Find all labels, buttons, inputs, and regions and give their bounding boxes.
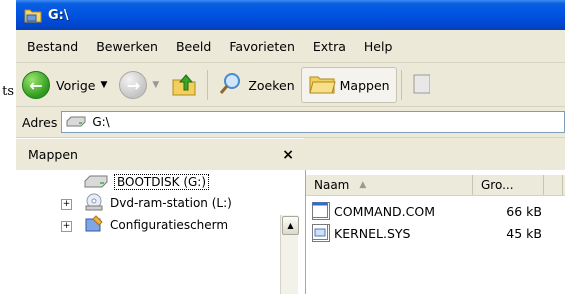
folders-label: Mappen — [339, 77, 390, 93]
application-file-icon — [312, 202, 330, 220]
column-size[interactable]: Gro... — [473, 175, 544, 195]
menu-help[interactable]: Help — [357, 39, 400, 54]
back-button[interactable]: ← Vorige ▼ — [16, 68, 113, 102]
control-panel-icon — [84, 214, 104, 236]
menu-extra[interactable]: Extra — [306, 39, 353, 54]
file-row[interactable]: COMMAND.COM 66 kB — [312, 200, 542, 222]
address-field[interactable]: G:\ — [61, 111, 565, 133]
view-button[interactable] — [406, 68, 436, 102]
close-icon[interactable]: × — [282, 147, 294, 163]
address-bar: Adres G:\ — [16, 107, 565, 138]
chevron-down-icon[interactable]: ▼ — [152, 80, 159, 90]
back-arrow-icon: ← — [22, 71, 50, 99]
file-list-header: Naam ▲ Gro... — [306, 175, 565, 196]
title-bar[interactable]: G:\ — [16, 0, 565, 30]
folders-panel-title: Mappen — [28, 147, 78, 162]
back-label: Vorige — [56, 77, 96, 93]
folders-tree: BOOTDISK (G:) + Dvd-ram-station (L:) + C… — [16, 170, 306, 294]
file-name: KERNEL.SYS — [334, 225, 411, 241]
tree-item-label: Configuratiescherm — [110, 218, 229, 232]
tree-item-dvd[interactable]: Dvd-ram-station (L:) — [84, 193, 232, 213]
column-more[interactable] — [544, 175, 563, 195]
tree-item-label: Dvd-ram-station (L:) — [110, 196, 232, 210]
toolbar-separator — [207, 70, 209, 100]
drive-icon — [66, 115, 86, 130]
scroll-up-icon[interactable]: ▲ — [282, 216, 299, 235]
menu-bar: Bestand Bewerken Beeld Favorieten Extra … — [16, 31, 565, 63]
folders-icon — [308, 71, 336, 100]
folders-button[interactable]: Mappen — [300, 67, 397, 103]
menu-beeld[interactable]: Beeld — [169, 39, 218, 54]
menu-bestand[interactable]: Bestand — [20, 39, 85, 54]
folder-icon — [24, 7, 42, 23]
chevron-down-icon[interactable]: ▼ — [100, 80, 107, 90]
search-icon — [218, 71, 244, 100]
dvd-drive-icon — [84, 193, 104, 214]
forward-button[interactable]: → ▼ — [113, 68, 165, 102]
expand-icon[interactable]: + — [61, 221, 72, 232]
column-size-label: Gro... — [481, 178, 514, 192]
file-row[interactable]: KERNEL.SYS 45 kB — [312, 222, 542, 244]
tree-item-control-panel[interactable]: Configuratiescherm — [84, 214, 229, 236]
file-name: COMMAND.COM — [334, 203, 435, 219]
toolbar-separator — [400, 70, 402, 100]
folders-panel-header: Mappen × — [16, 138, 304, 171]
address-label: Adres — [22, 114, 58, 130]
forward-arrow-icon: → — [119, 71, 148, 99]
column-name[interactable]: Naam ▲ — [306, 175, 473, 195]
expand-icon[interactable]: + — [61, 199, 72, 210]
window-title: G:\ — [48, 7, 69, 23]
tree-scrollbar[interactable]: ▲ — [280, 215, 299, 294]
toolbar: ← Vorige ▼ → ▼ Zoeken Mappen — [16, 64, 565, 107]
up-folder-button[interactable] — [165, 68, 203, 102]
up-folder-icon — [171, 71, 197, 100]
menu-bewerken[interactable]: Bewerken — [89, 39, 165, 54]
view-icon — [412, 71, 431, 100]
system-file-icon — [312, 224, 330, 242]
search-label: Zoeken — [248, 77, 295, 93]
drive-icon — [84, 174, 108, 191]
tree-item-label: BOOTDISK (G:) — [114, 174, 210, 190]
file-size: 66 kB — [506, 203, 542, 219]
search-button[interactable]: Zoeken — [212, 68, 300, 102]
file-size: 45 kB — [506, 225, 542, 241]
explorer-window: G:\ Bestand Bewerken Beeld Favorieten Ex… — [16, 0, 565, 294]
stray-background-text: ts — [2, 84, 14, 99]
tree-item-bootdisk[interactable]: BOOTDISK (G:) — [84, 172, 210, 192]
column-name-label: Naam — [314, 178, 350, 192]
address-value: G:\ — [92, 115, 110, 129]
sort-ascending-icon: ▲ — [359, 180, 367, 190]
menu-favorieten[interactable]: Favorieten — [222, 39, 302, 54]
